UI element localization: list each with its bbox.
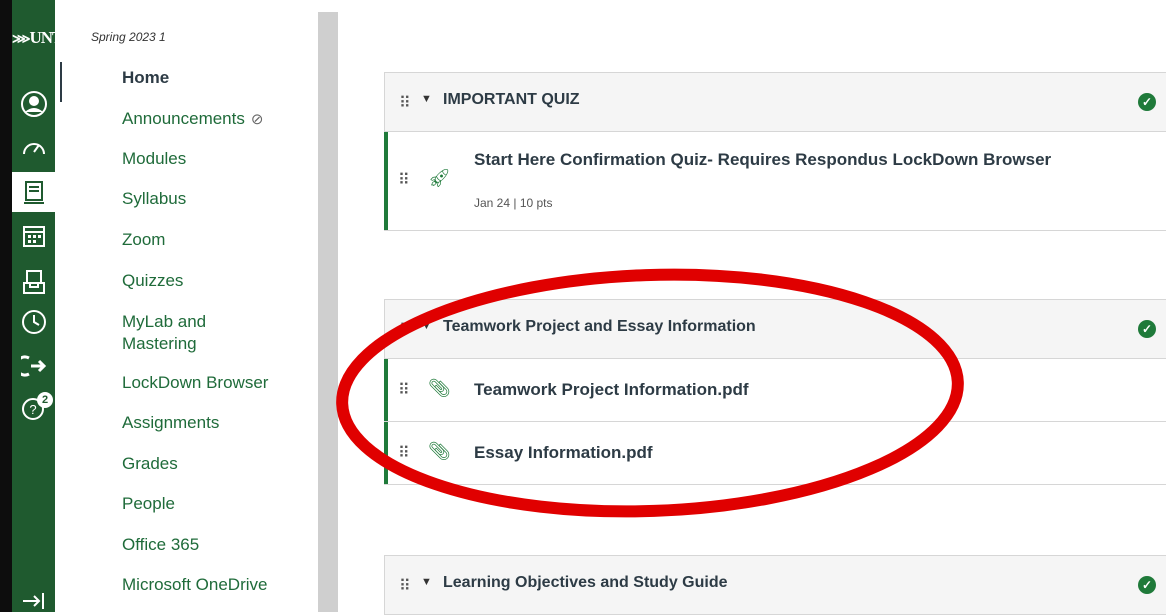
published-indicator [384,132,388,230]
course-nav-lockdown-browser[interactable]: LockDown Browser [122,373,268,393]
module-header[interactable]: ⠿ ▼ IMPORTANT QUIZ ✓ [384,72,1166,132]
item-title[interactable]: Essay Information.pdf [474,443,653,463]
item-meta: Jan 24 | 10 pts [474,196,553,210]
item-title[interactable]: Teamwork Project Information.pdf [474,380,749,400]
account-nav-button[interactable] [12,84,55,124]
inbox-icon [22,270,45,294]
collapse-arrow-icon [22,593,44,609]
course-nav-people[interactable]: People [122,494,175,514]
global-nav-edge [0,0,12,612]
module-title: IMPORTANT QUIZ [443,91,580,108]
announcements-label: Announcements [122,109,245,128]
course-nav-syllabus[interactable]: Syllabus [122,189,186,209]
courses-nav-button[interactable] [12,172,55,212]
module-header[interactable]: ⠿ ▼ Teamwork Project and Essay Informati… [384,299,1166,359]
courses-book-icon [23,181,44,204]
course-nav-grades[interactable]: Grades [122,454,178,474]
drag-handle-icon[interactable]: ⠿ [398,443,410,463]
module-item[interactable]: ⠿ 📎︎ Essay Information.pdf [384,422,1166,485]
caret-down-icon[interactable]: ▼ [421,93,432,105]
drag-handle-icon[interactable]: ⠿ [398,170,410,190]
paperclip-icon: 📎︎ [428,441,451,461]
drag-handle-icon[interactable]: ⠿ [399,576,411,596]
course-nav-onedrive[interactable]: Microsoft OneDrive [122,575,267,595]
module-title: Teamwork Project and Essay Information [443,318,756,335]
course-nav-zoom[interactable]: Zoom [122,230,165,250]
module-header[interactable]: ⠿ ▼ Learning Objectives and Study Guide … [384,555,1166,615]
help-notification-badge: 2 [37,392,53,408]
dashboard-gauge-icon [22,143,45,155]
course-nav-scrollbar[interactable] [318,12,338,612]
drag-handle-icon[interactable]: ⠿ [399,93,411,113]
drag-handle-icon[interactable]: ⠿ [399,320,411,340]
module-title: Learning Objectives and Study Guide [443,574,728,591]
quiz-rocket-icon: 🚀︎ [428,168,451,188]
dashboard-nav-button[interactable] [12,128,55,168]
caret-down-icon[interactable]: ▼ [421,320,432,332]
drag-handle-icon[interactable]: ⠿ [398,380,410,400]
course-nav-office365[interactable]: Office 365 [122,535,199,555]
item-title[interactable]: Start Here Confirmation Quiz- Requires R… [474,148,1094,172]
course-nav-quizzes[interactable]: Quizzes [122,271,183,291]
calendar-nav-button[interactable] [12,216,55,256]
global-nav: ⋙UNT ? 2 [0,0,63,612]
active-indicator [60,62,62,102]
history-nav-button[interactable] [12,302,55,342]
external-tool-nav-button[interactable] [12,346,55,386]
course-nav [55,0,317,612]
help-nav-button[interactable]: ? 2 [12,388,55,428]
svg-text:?: ? [29,402,36,417]
caret-down-icon[interactable]: ▼ [421,576,432,588]
complete-check-icon: ✓ [1138,576,1156,594]
published-indicator [384,359,388,421]
course-nav-mylab[interactable]: MyLab and Mastering [122,311,252,355]
inbox-nav-button[interactable] [12,262,55,302]
unt-logo[interactable]: ⋙UNT [12,28,63,48]
avatar-icon [20,91,47,117]
expand-nav-button[interactable] [12,584,55,612]
complete-check-icon: ✓ [1138,320,1156,338]
course-nav-announcements[interactable]: Announcements ⊘ [122,109,263,129]
published-indicator [384,422,388,484]
course-nav-home[interactable]: Home [122,68,169,88]
module-item[interactable]: ⠿ 🚀︎ Start Here Confirmation Quiz- Requi… [384,132,1166,231]
eagle-logo-icon: ⋙ [12,31,30,46]
module-item[interactable]: ⠿ 📎︎ Teamwork Project Information.pdf [384,359,1166,422]
course-term: Spring 2023 1 [91,30,166,44]
calendar-icon [22,226,45,247]
eye-hidden-icon: ⊘ [250,111,264,128]
course-nav-assignments[interactable]: Assignments [122,413,219,433]
paperclip-icon: 📎︎ [428,378,451,398]
arrow-login-icon [20,355,46,377]
complete-check-icon: ✓ [1138,93,1156,111]
clock-icon [21,310,46,334]
course-nav-modules[interactable]: Modules [122,149,186,169]
